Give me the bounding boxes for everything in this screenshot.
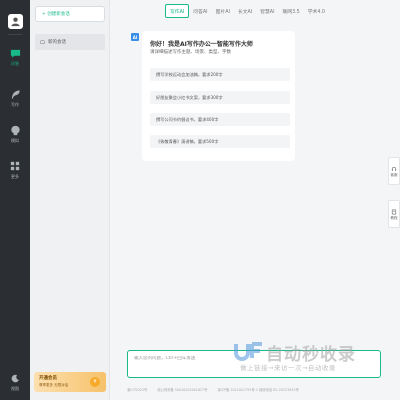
tutorial-label: 教程 [390, 215, 398, 220]
tab-image-ai[interactable]: 图片AI [212, 4, 234, 18]
conversation-label: 新的会话 [48, 40, 66, 45]
conversation-panel: + 创建新会话 新的会话 开通会员 尊享更多 无限对话 ¥ [30, 0, 110, 400]
greeting-card: 你好！我是AI写作办公一智能写作大师 请详细描述写作主题、场景、类型、字数 撰写… [142, 31, 295, 161]
tab-write-ai[interactable]: 写作AI [165, 4, 190, 18]
nav-label: 问答 [11, 61, 19, 66]
vip-promo[interactable]: 开通会员 尊享更多 无限对话 ¥ [34, 372, 106, 392]
footer-telecom[interactable]: 渝ICP备 2021001793号-1 增值电信 B2-20223843号 [217, 387, 298, 392]
promo-subtitle: 尊享更多 无限对话 [39, 383, 69, 387]
suggestion-item[interactable]: 好朋友聚会小红书文案，要求300字 [150, 91, 290, 104]
nav-label: 更多 [11, 174, 19, 179]
nav-label: 写作 [11, 102, 19, 107]
tab-smart-ai[interactable]: 智慧AI [256, 4, 278, 18]
chat-bubble-icon [40, 40, 45, 44]
tab-academic-40[interactable]: 学术4.0 [304, 4, 329, 18]
suggestion-item[interactable]: 撰写公司节约倡议书，要求400字 [150, 113, 290, 126]
customer-service-button[interactable]: 客服 [388, 157, 400, 185]
tab-qa-ai[interactable]: 问答AI [189, 4, 211, 18]
promo-title: 开通会员 [39, 376, 57, 381]
headset-icon [391, 166, 397, 171]
moon-icon [9, 372, 21, 384]
customer-service-label: 客服 [390, 172, 398, 177]
new-chat-button[interactable]: + 创建新会话 [35, 6, 105, 22]
rail-divider [8, 34, 22, 35]
footer-police[interactable]: 渝公网安备 50010202001627号 [157, 387, 207, 392]
model-tabs: 写作AI 问答AI 图片AI 长文AI 智慧AI 联网3.5 学术4.0 [165, 4, 329, 18]
footer-icp[interactable]: 渝ICP2023号 [127, 387, 147, 392]
tab-longtext-ai[interactable]: 长文AI [234, 4, 256, 18]
avatar[interactable] [8, 14, 23, 29]
feather-icon [9, 88, 21, 100]
nav-item-simulate[interactable]: 模拟 [0, 124, 30, 143]
user-icon [11, 17, 20, 27]
left-rail: 问答 写作 模拟 更多 视图 [0, 0, 30, 400]
suggestion-item[interactable]: 《致敬青春》演讲稿，要求500字 [150, 135, 290, 148]
greeting-title: 你好！我是AI写作办公一智能写作大师 [150, 41, 253, 48]
nav-label: 模拟 [11, 138, 19, 143]
greeting-subtitle: 请详细描述写作主题、场景、类型、字数 [150, 50, 231, 55]
nav-item-write[interactable]: 写作 [0, 88, 30, 107]
footer: 渝ICP2023号 渝公网安备 50010202001627号 渝ICP备 20… [127, 387, 387, 392]
nav-item-view[interactable]: 视图 [0, 372, 30, 391]
ai-avatar: AI [131, 33, 139, 41]
chat-icon [9, 47, 21, 59]
message-input-box[interactable] [127, 350, 381, 378]
message-input[interactable] [134, 356, 314, 361]
grid-icon [9, 160, 21, 172]
suggestion-item[interactable]: 撰写学校运动会加油稿，要求200字 [150, 68, 290, 81]
nav-item-more[interactable]: 更多 [0, 160, 30, 179]
conversation-item[interactable]: 新的会话 [35, 34, 105, 50]
tab-web-35[interactable]: 联网3.5 [278, 4, 303, 18]
book-icon [391, 209, 397, 214]
brain-icon [9, 124, 21, 136]
tutorial-button[interactable]: 教程 [388, 200, 400, 228]
nav-label: 视图 [11, 386, 19, 391]
coin-icon: ¥ [90, 377, 100, 387]
nav-item-qa[interactable]: 问答 [0, 47, 30, 66]
